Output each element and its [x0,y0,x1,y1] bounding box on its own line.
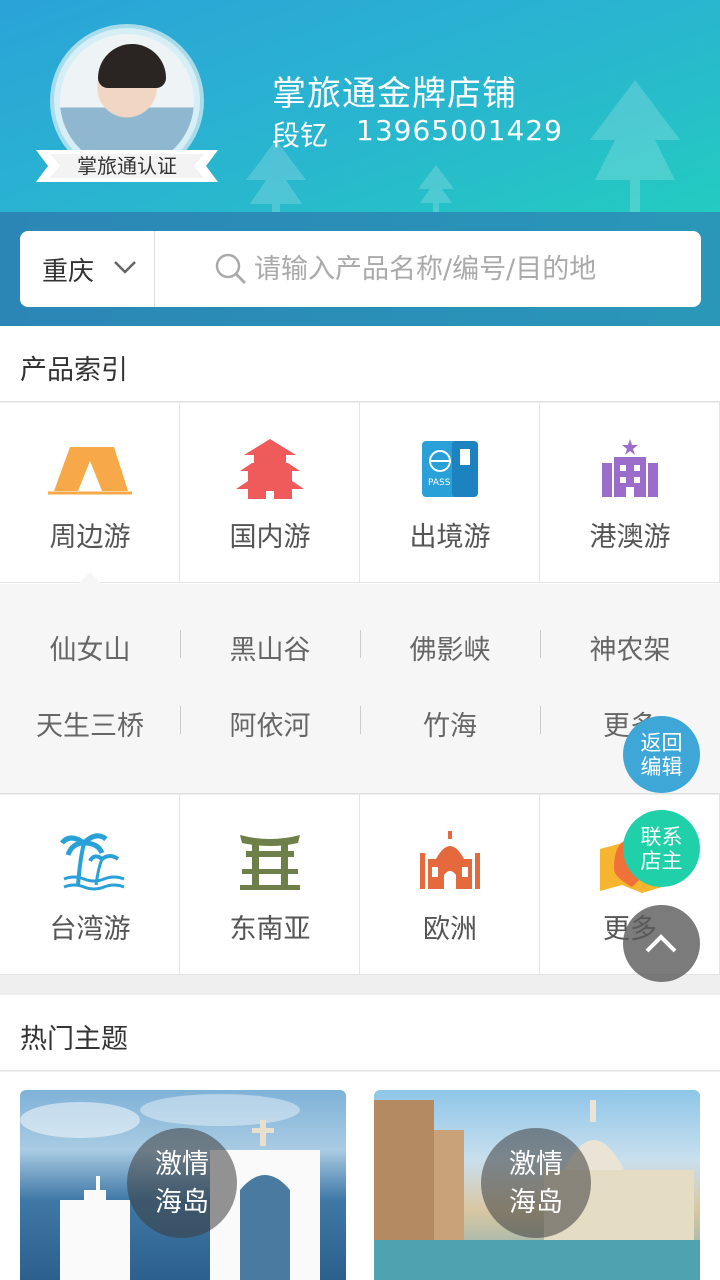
sub-item[interactable]: 竹海 [360,704,540,743]
chevron-down-icon [114,261,136,274]
product-index-header: 产品索引 [0,326,720,402]
tree-decoration-icon [418,165,454,215]
tree-decoration-icon [590,80,680,220]
passport-icon: PASS [422,441,478,497]
category-grid-1: 周边游 国内游 PASS 出境游 港澳游 [0,403,720,584]
category-guonei[interactable]: 国内游 [180,403,360,583]
contact-owner-button[interactable]: 联系 店主 [623,810,700,887]
sub-item[interactable]: 天生三桥 [0,704,180,743]
pagoda-icon [236,439,304,499]
category-label: 东南亚 [229,914,311,945]
sub-destinations-panel: 仙女山 黑山谷 佛影峡 神农架 天生三桥 阿依河 竹海 更多 [0,584,720,794]
category-chujing[interactable]: PASS 出境游 [360,403,540,583]
taj-mahal-icon [420,831,480,889]
topic-label: 激情 海岛 [155,1149,209,1218]
svg-text:PASS: PASS [428,478,451,488]
torii-icon [240,835,300,890]
category-taiwan[interactable]: 台湾游 [0,795,180,975]
search-input[interactable] [254,245,674,293]
category-label: 周边游 [49,522,131,553]
sub-item[interactable]: 佛影峡 [360,628,540,667]
sub-item[interactable]: 黑山谷 [180,628,360,667]
city-selector[interactable]: 重庆 [20,231,155,307]
category-dongnanya[interactable]: 东南亚 [180,795,360,975]
category-gangao[interactable]: 港澳游 [540,403,720,583]
shop-header: 掌旅通认证 掌旅通金牌店铺 段钇 13965001429 重庆 [0,0,720,326]
sub-item[interactable]: 阿依河 [180,704,360,743]
owner-name: 段钇 [272,119,329,152]
scroll-to-top-button[interactable] [623,905,700,982]
category-label: 出境游 [409,522,491,553]
category-label: 台湾游 [49,914,131,945]
back-to-edit-button[interactable]: 返回 编辑 [623,716,700,793]
topic-card[interactable]: 激情 海岛 [374,1090,700,1280]
shop-title: 掌旅通金牌店铺 [272,74,517,114]
category-label: 欧洲 [423,914,477,945]
tent-icon [48,447,132,495]
search-icon [215,253,247,285]
certification-label: 掌旅通认证 [77,154,177,178]
category-label: 国内游 [229,522,311,553]
hotel-icon [602,439,658,497]
category-ouzhou[interactable]: 欧洲 [360,795,540,975]
sub-item[interactable]: 神农架 [540,628,720,667]
city-label: 重庆 [42,257,95,287]
category-zhoubian[interactable]: 周边游 [0,403,180,583]
section-title: 产品索引 [20,355,128,386]
selection-pointer [78,572,102,584]
sub-item[interactable]: 仙女山 [0,628,180,667]
hot-topics-header: 热门主题 [0,995,720,1071]
category-grid-2: 台湾游 东南亚 欧洲 更多 [0,795,720,975]
hot-topics-list: 激情 海岛 激情 海岛 [0,1072,720,1280]
category-label: 港澳游 [589,522,671,553]
owner-phone[interactable]: 13965001429 [356,114,563,147]
palm-island-icon [60,833,125,891]
chevron-up-icon [645,934,677,953]
search-bar: 重庆 [20,231,701,307]
section-title: 热门主题 [20,1024,128,1055]
topic-label: 激情 海岛 [509,1149,563,1218]
topic-card[interactable]: 激情 海岛 [20,1090,346,1280]
